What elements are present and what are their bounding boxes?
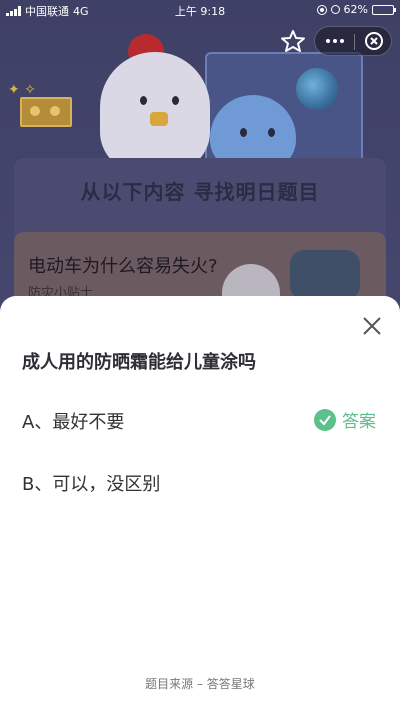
mascot-eye	[172, 96, 179, 105]
option-b-label: B、可以，没区别	[22, 474, 161, 495]
status-right: 62%	[316, 3, 396, 16]
option-a-label: A、最好不要	[22, 412, 125, 433]
quiz-sheet: 成人用的防晒霜能给儿童涂吗 A、最好不要 答案 B、可以，没区别 题目来源 – …	[0, 296, 400, 711]
more-dot	[339, 39, 344, 43]
status-bar: 中国联通 4G 上午 9:18 62%	[0, 0, 400, 20]
scooter-illustration	[290, 250, 360, 300]
check-circle-icon	[314, 408, 336, 431]
background-card-question: 电动车为什么容易失火?	[28, 256, 218, 277]
exit-mini-program-button[interactable]	[355, 27, 392, 55]
more-button[interactable]	[315, 27, 354, 55]
sparkle-decoration: ✦ ✧	[8, 82, 36, 98]
chicken-beak	[150, 112, 168, 126]
certificate-frame	[20, 97, 72, 127]
medal-icon	[30, 106, 40, 116]
mascot-eye	[240, 128, 247, 137]
medal-icon	[50, 106, 60, 116]
close-circle-icon	[364, 32, 383, 50]
sheet-close-button[interactable]	[360, 314, 384, 338]
mascot-eye	[268, 128, 275, 137]
battery-percent: 62%	[343, 3, 368, 16]
more-dots-icon	[325, 39, 330, 43]
mini-program-capsule	[314, 26, 392, 56]
star-icon	[281, 30, 305, 52]
globe-illustration	[296, 68, 338, 110]
more-dot	[332, 39, 337, 43]
mascot-eye	[140, 96, 147, 105]
orientation-lock-icon	[316, 4, 327, 15]
answer-badge: 答案	[314, 407, 376, 432]
question-source: 题目来源 – 答答星球	[145, 677, 255, 691]
quiz-question: 成人用的防晒霜能给儿童涂吗	[22, 352, 256, 373]
option-b[interactable]: B、可以，没区别	[0, 460, 400, 504]
close-icon	[363, 317, 381, 335]
battery-icon	[372, 4, 396, 15]
option-a[interactable]: A、最好不要 答案	[0, 398, 400, 442]
favorite-button[interactable]	[280, 29, 306, 53]
alarm-icon	[330, 5, 340, 14]
answer-label: 答案	[342, 412, 376, 432]
screen: ✦ ✧ 从以下内容 寻找明日题目 电动车为什么容易失火? 防灾小贴士 中国联通 …	[0, 0, 400, 711]
background-headline: 从以下内容 寻找明日题目	[80, 180, 320, 204]
